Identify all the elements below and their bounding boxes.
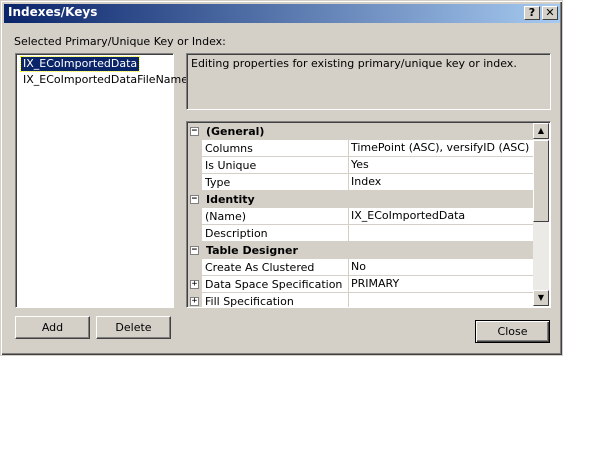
property-name: Create As Clustered [205, 261, 315, 274]
property-name: (Name) [205, 210, 247, 223]
property-value[interactable]: IX_ECoImportedData [348, 208, 534, 225]
scroll-up-icon[interactable]: ▲ [533, 123, 549, 139]
add-button-label: Add [41, 321, 64, 334]
expand-icon[interactable]: + [190, 297, 199, 306]
grid-property-row[interactable]: Description [188, 225, 534, 242]
property-name: Is Unique [205, 159, 257, 172]
grid-property-row[interactable]: Columns TimePoint (ASC), versifyID (ASC) [188, 140, 534, 157]
description-panel: Editing properties for existing primary/… [186, 53, 551, 110]
row-gutter [188, 157, 202, 174]
property-grid[interactable]: − (General) Columns TimePoint (ASC), versif… [186, 121, 551, 308]
vertical-scrollbar[interactable]: ▲ ▼ [533, 123, 549, 306]
scroll-thumb[interactable] [533, 140, 549, 222]
close-window-button[interactable]: ✕ [542, 6, 558, 20]
property-value[interactable]: TimePoint (ASC), versifyID (ASC) [348, 140, 534, 157]
grid-category[interactable]: − (General) [188, 123, 534, 140]
property-value[interactable]: PRIMARY [348, 276, 534, 293]
category-label: (General) [206, 125, 265, 138]
grid-property-row[interactable]: Type Index [188, 174, 534, 191]
collapse-icon[interactable]: − [190, 246, 199, 255]
dialog-title: Indexes/Keys [8, 5, 98, 19]
delete-button-label: Delete [115, 321, 152, 334]
row-gutter [188, 208, 202, 225]
property-name: Data Space Specification [205, 278, 343, 291]
expand-icon[interactable]: + [190, 280, 199, 289]
grid-property-row[interactable]: + Data Space Specification PRIMARY [188, 276, 534, 293]
row-gutter [188, 259, 202, 276]
property-name: Columns [205, 142, 253, 155]
collapse-icon[interactable]: − [190, 195, 199, 204]
row-gutter [188, 225, 202, 242]
help-button[interactable]: ? [524, 6, 540, 20]
grid-property-row[interactable]: + Fill Specification [188, 293, 534, 308]
list-item[interactable]: IX_ECoImportedDataFileName [21, 73, 190, 87]
close-button[interactable]: Close [475, 320, 550, 343]
delete-button[interactable]: Delete [96, 316, 171, 339]
list-item[interactable]: IX_ECoImportedData [19, 56, 141, 72]
collapse-icon[interactable]: − [190, 127, 199, 136]
close-icon: ✕ [545, 6, 555, 19]
property-name: Description [205, 227, 268, 240]
keys-listbox[interactable]: IX_ECoImportedData IX_ECoImportedDataFil… [15, 53, 188, 308]
description-text: Editing properties for existing primary/… [191, 57, 517, 70]
grid-property-row[interactable]: Is Unique Yes [188, 157, 534, 174]
property-name: Fill Specification [205, 295, 294, 308]
property-value[interactable]: Index [348, 174, 534, 191]
property-value[interactable]: No [348, 259, 534, 276]
property-name: Type [205, 176, 231, 189]
close-button-label: Close [497, 325, 528, 338]
grid-category[interactable]: − Identity [188, 191, 534, 208]
property-value[interactable] [348, 225, 534, 242]
title-bar[interactable]: Indexes/Keys ? ✕ [4, 4, 560, 23]
category-label: Table Designer [206, 244, 298, 257]
row-gutter [188, 174, 202, 191]
scroll-down-icon[interactable]: ▼ [533, 290, 549, 306]
grid-property-row[interactable]: (Name) IX_ECoImportedData [188, 208, 534, 225]
grid-property-row[interactable]: Create As Clustered No [188, 259, 534, 276]
grid-category[interactable]: − Table Designer [188, 242, 534, 259]
selected-key-label: Selected Primary/Unique Key or Index: [14, 35, 226, 48]
row-gutter [188, 140, 202, 157]
add-button[interactable]: Add [15, 316, 90, 339]
category-label: Identity [206, 193, 255, 206]
indexes-keys-dialog: Indexes/Keys ? ✕ Selected Primary/Unique… [0, 0, 563, 356]
property-value[interactable] [348, 293, 534, 307]
property-value[interactable]: Yes [348, 157, 534, 174]
